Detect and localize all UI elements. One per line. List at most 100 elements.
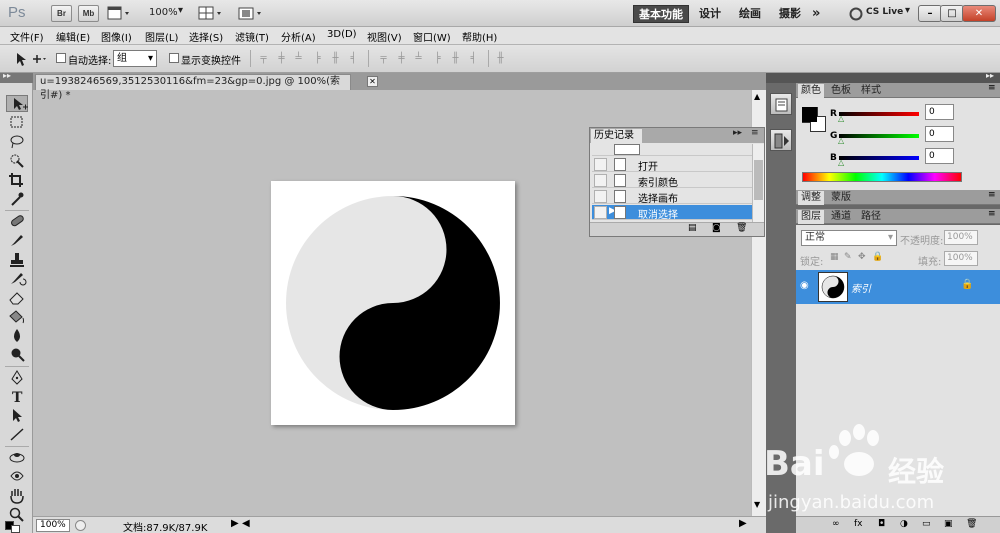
menu-edit[interactable]: 编辑(E) (56, 29, 90, 44)
maximize-button[interactable]: □ (940, 5, 964, 22)
distribute-right-icon[interactable]: ╡ (468, 53, 479, 65)
close-button[interactable]: ✕ (962, 5, 996, 22)
distribute-top-icon[interactable]: ╤ (378, 53, 389, 65)
tab-channels[interactable]: 通道 (828, 210, 854, 224)
snapshot-icon[interactable]: ◙ (712, 223, 721, 233)
cs-live-icon[interactable] (849, 7, 863, 21)
document-tab[interactable]: u=1938246569,3512530116&fm=23&gp=0.jpg @… (35, 74, 351, 101)
path-selection-tool-icon[interactable] (6, 407, 28, 424)
workspace-design[interactable]: 设计 (699, 5, 721, 23)
color-spectrum-bar[interactable] (802, 172, 962, 182)
cs-live-label[interactable]: CS Live (866, 7, 903, 17)
workspace-photography[interactable]: 摄影 (779, 5, 801, 23)
3d-orbit-tool-icon[interactable] (6, 468, 28, 485)
new-document-from-state-icon[interactable]: ▤ (688, 223, 697, 233)
hand-tool-icon[interactable] (6, 487, 28, 504)
crop-tool-icon[interactable] (6, 171, 28, 188)
align-hcenter-icon[interactable]: ╫ (330, 53, 341, 65)
menu-view[interactable]: 视图(V) (367, 29, 402, 44)
history-snapshot-row[interactable] (592, 144, 752, 156)
move-tool-preset-icon[interactable] (5, 50, 47, 68)
align-right-icon[interactable]: ╡ (348, 53, 359, 65)
g-value-field[interactable]: 0 (925, 126, 954, 142)
quick-selection-tool-icon[interactable] (6, 152, 28, 169)
menu-filter[interactable]: 滤镜(T) (235, 29, 269, 44)
fill-field[interactable]: 100% (944, 251, 978, 266)
history-item-selected[interactable]: ▶ 取消选择 (592, 205, 752, 221)
arrange-documents-icon[interactable] (198, 6, 226, 21)
scroll-up-icon[interactable]: ▲ (754, 92, 760, 101)
history-scrollbar[interactable] (752, 144, 764, 222)
r-slider[interactable] (839, 112, 919, 116)
tab-adjustments[interactable]: 调整 (798, 191, 824, 205)
slider-handle-icon[interactable]: △ (838, 158, 844, 167)
slider-handle-icon[interactable]: △ (838, 136, 844, 145)
3d-rotate-tool-icon[interactable] (6, 449, 28, 466)
history-source-checkbox[interactable] (594, 158, 607, 171)
opacity-field[interactable]: 100% (944, 230, 978, 245)
cs-live-dropdown-icon[interactable]: ▾ (905, 5, 910, 16)
menu-analysis[interactable]: 分析(A) (281, 29, 316, 44)
bridge-button[interactable]: Br (51, 5, 72, 22)
tab-layers[interactable]: 图层 (798, 210, 824, 224)
zoom-dropdown-icon[interactable]: ▾ (178, 5, 183, 16)
tab-history[interactable]: 历史记录 (591, 129, 642, 143)
eraser-tool-icon[interactable] (6, 289, 28, 306)
minimize-button[interactable]: – (918, 5, 942, 22)
tab-masks[interactable]: 蒙版 (828, 191, 854, 205)
actions-panel-icon[interactable] (770, 129, 792, 151)
mini-bridge-button[interactable]: Mb (78, 5, 99, 22)
blur-tool-icon[interactable] (6, 327, 28, 344)
align-bottom-icon[interactable]: ╧ (293, 53, 304, 65)
menu-window[interactable]: 窗口(W) (413, 29, 451, 44)
workspace-essentials[interactable]: 基本功能 (633, 5, 689, 23)
auto-select-dropdown[interactable]: 组 ▾ (113, 50, 157, 67)
g-slider[interactable] (839, 134, 919, 138)
scroll-thumb[interactable] (754, 160, 763, 200)
b-slider[interactable] (839, 156, 919, 160)
dock-header[interactable] (766, 73, 796, 83)
history-item[interactable]: 索引颜色 (592, 173, 752, 189)
image-canvas[interactable] (271, 181, 515, 425)
lasso-tool-icon[interactable] (6, 133, 28, 150)
panel-menu-icon[interactable]: ≡ (988, 83, 996, 93)
history-brush-tool-icon[interactable] (6, 270, 28, 287)
tools-panel-header[interactable]: ▸▸ (0, 71, 33, 83)
menu-help[interactable]: 帮助(H) (462, 29, 497, 44)
distribute-left-icon[interactable]: ╞ (432, 53, 443, 65)
brush-tool-icon[interactable] (6, 232, 28, 249)
tab-color[interactable]: 颜色 (798, 84, 824, 98)
lock-image-icon[interactable]: ✎ (844, 252, 852, 262)
r-value-field[interactable]: 0 (925, 104, 954, 120)
visibility-eye-icon[interactable]: ◉ (800, 280, 809, 291)
workspace-painting[interactable]: 绘画 (739, 5, 761, 23)
tab-styles[interactable]: 样式 (858, 84, 884, 98)
panel-menu-icon[interactable]: ≡ (988, 209, 996, 219)
menu-image[interactable]: 图像(I) (101, 29, 132, 44)
paint-bucket-tool-icon[interactable] (6, 308, 28, 325)
blend-mode-dropdown[interactable]: 正常 ▾ (801, 230, 897, 246)
slider-handle-icon[interactable]: △ (838, 114, 844, 123)
marquee-tool-icon[interactable] (6, 114, 28, 131)
history-item[interactable]: 选择画布 (592, 189, 752, 205)
collapse-to-icons-icon[interactable]: ▸▸ (986, 71, 994, 80)
distribute-bottom-icon[interactable]: ╧ (413, 53, 424, 65)
close-document-icon[interactable]: ✕ (367, 76, 378, 87)
lock-position-icon[interactable]: ✥ (858, 252, 866, 262)
more-workspaces-icon[interactable]: » (812, 5, 820, 23)
dodge-tool-icon[interactable] (6, 346, 28, 363)
status-zoom-field[interactable]: 100% (36, 519, 70, 532)
eyedropper-tool-icon[interactable] (6, 190, 28, 207)
menu-select[interactable]: 选择(S) (189, 29, 223, 44)
history-item[interactable]: 打开 (592, 157, 752, 173)
lock-all-icon[interactable]: 🔒 (872, 252, 883, 262)
layer-row[interactable]: ◉ 索引 🔒 (796, 270, 1000, 304)
lock-transparent-icon[interactable]: ▦ (830, 252, 839, 262)
align-top-icon[interactable]: ╤ (258, 53, 269, 65)
collapse-panel-icon[interactable]: ▸▸ (3, 71, 11, 80)
type-tool-icon[interactable]: T (6, 388, 28, 406)
auto-select-checkbox[interactable] (56, 53, 66, 63)
distribute-vcenter-icon[interactable]: ╪ (396, 53, 407, 65)
trash-icon[interactable]: 🗑 (736, 223, 747, 233)
status-menu-arrow-icon[interactable]: ▶ (231, 518, 239, 529)
